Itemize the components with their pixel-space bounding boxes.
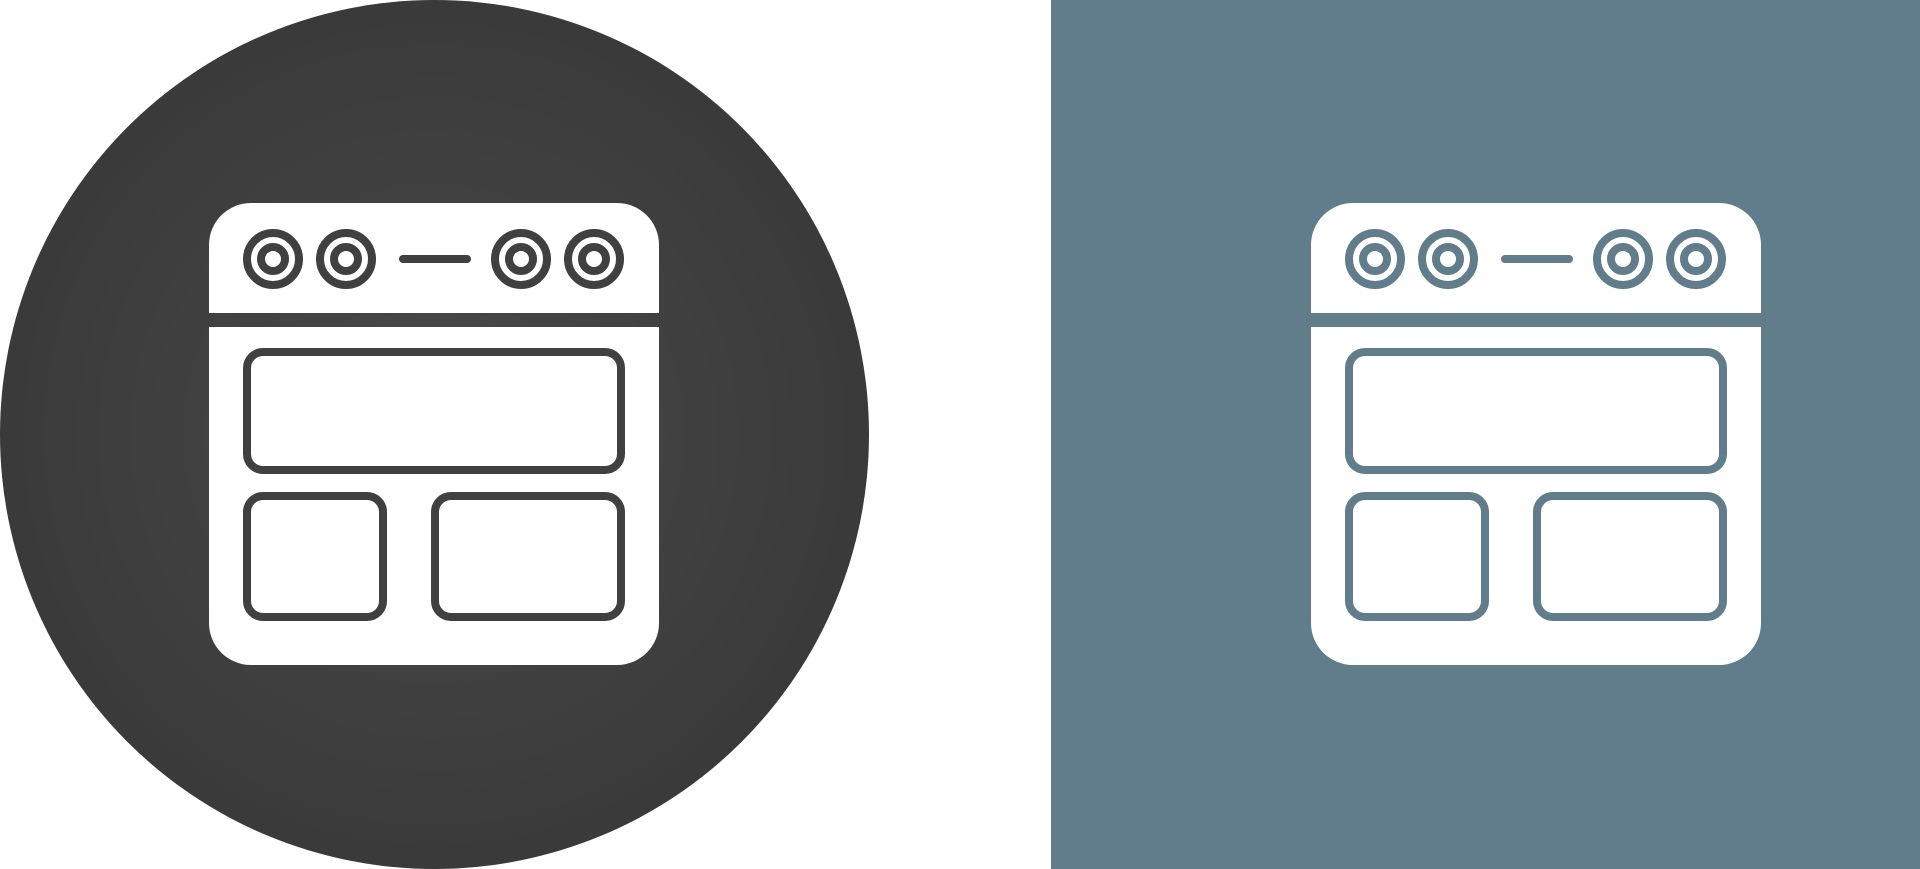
- browser-layout-icon-slate: [1311, 203, 1761, 665]
- icon-comparison-canvas: [0, 0, 1920, 869]
- edge-artifact: [1054, 377, 1080, 475]
- browser-layout-icon: [209, 203, 659, 665]
- browser-layout-icon-dark: [209, 203, 659, 665]
- slate-square-background: [1051, 0, 1920, 869]
- browser-layout-icon: [1311, 203, 1761, 665]
- left-panel: [0, 0, 1050, 869]
